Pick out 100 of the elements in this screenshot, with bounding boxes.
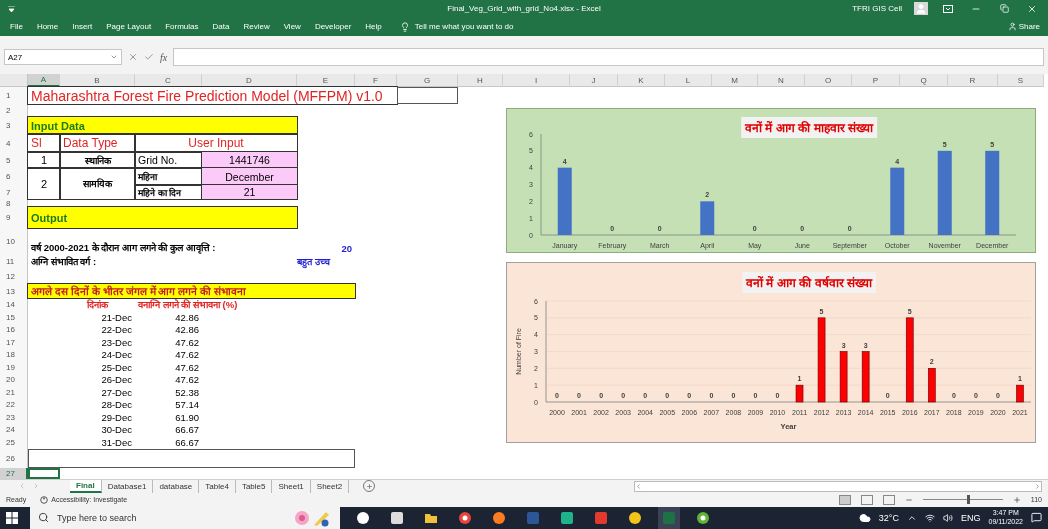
column-heading: दिनांक <box>85 298 110 311</box>
pdf-icon[interactable] <box>594 510 608 525</box>
share-button[interactable]: Share <box>1007 22 1040 31</box>
scroll-left-icon[interactable] <box>635 482 642 490</box>
row-header[interactable]: 23 <box>0 411 28 424</box>
zoom-thumb[interactable] <box>966 495 970 504</box>
notification-icon[interactable] <box>1031 512 1042 524</box>
sheet-tab[interactable]: database <box>153 479 200 493</box>
column-header[interactable]: M <box>712 74 758 87</box>
flower-icon <box>292 508 332 527</box>
row-header[interactable]: 25 <box>0 436 28 449</box>
input-field[interactable]: 21 <box>202 185 297 199</box>
volume-icon[interactable] <box>942 512 953 523</box>
lightbulb-icon <box>399 21 410 32</box>
row-header[interactable]: 9 <box>0 207 28 228</box>
sheet-tab[interactable]: Final <box>70 479 102 493</box>
sheet-tab[interactable]: Table4 <box>199 479 236 493</box>
row-header[interactable]: 7 <box>0 185 28 199</box>
row-header[interactable]: 15 <box>0 311 28 324</box>
column-header[interactable]: N <box>758 74 805 87</box>
cancel-icon[interactable] <box>128 52 138 62</box>
tell-me-field[interactable]: Tell me what you want to do <box>399 21 514 32</box>
name-box[interactable]: A27 <box>4 49 122 65</box>
start-icon[interactable] <box>6 511 18 524</box>
row-header[interactable]: 3 <box>0 117 28 134</box>
ribbon-tab[interactable]: Review <box>243 22 270 31</box>
app-icon[interactable] <box>560 510 574 525</box>
horizontal-scrollbar[interactable] <box>634 480 1042 492</box>
row-header[interactable]: 21 <box>0 386 28 399</box>
table-cell-text: 57.14 <box>174 398 200 411</box>
browser-icon[interactable] <box>492 510 506 525</box>
page-break-button[interactable] <box>882 494 895 505</box>
column-header[interactable]: H <box>458 74 503 87</box>
row-header[interactable]: 17 <box>0 336 28 349</box>
row-header[interactable]: 5 <box>0 152 28 168</box>
app-icon[interactable] <box>628 510 642 525</box>
table-cell: सामयिक <box>60 168 135 199</box>
scroll-right-icon[interactable] <box>1034 482 1041 490</box>
sheet-tab[interactable]: Table5 <box>235 479 273 493</box>
column-header[interactable]: J <box>570 74 618 87</box>
insert-function-button[interactable]: fx <box>160 51 168 63</box>
output-label: वर्ष 2000-2021 के दौरान आग लगने की कुल आवृत्ति : <box>29 241 217 254</box>
column-header[interactable]: O <box>805 74 852 87</box>
table-cell: महिना <box>135 168 202 185</box>
document-app-icon[interactable] <box>526 510 540 525</box>
row-header[interactable]: 4 <box>0 134 28 152</box>
chart-title: वनों में आग की वर्षवार संख्या <box>742 272 876 293</box>
ribbon-tab[interactable]: Insert <box>72 22 93 31</box>
normal-view-button[interactable] <box>838 494 851 505</box>
row-header[interactable]: 27 <box>0 467 28 479</box>
table-cell-text: 27-Dec <box>100 386 133 399</box>
row-header[interactable]: 11 <box>0 254 28 269</box>
row-header[interactable]: 8 <box>0 199 28 207</box>
column-header[interactable]: R <box>948 74 998 87</box>
row-header[interactable]: 1 <box>0 87 28 104</box>
browser-icon[interactable] <box>458 510 472 525</box>
row-header[interactable]: 6 <box>0 168 28 185</box>
ribbon-tab[interactable]: File <box>10 22 23 31</box>
page-layout-button[interactable] <box>860 494 873 505</box>
ribbon-tab[interactable]: Page Layout <box>106 22 152 31</box>
column-header[interactable]: K <box>618 74 665 87</box>
sheet-tab[interactable]: Sheet1 <box>272 479 311 493</box>
ribbon-tab[interactable]: Formulas <box>165 22 199 31</box>
table-cell-text: 21-Dec <box>100 311 133 324</box>
column-header[interactable]: I <box>503 74 570 87</box>
column-header[interactable]: G <box>397 74 458 87</box>
temperature[interactable]: 32°C <box>878 512 899 523</box>
avatar-icon <box>914 2 928 15</box>
ribbon-tab[interactable]: Home <box>36 22 59 31</box>
row-header[interactable]: 14 <box>0 298 28 311</box>
row-header[interactable]: 12 <box>0 269 28 284</box>
column-header[interactable]: S <box>998 74 1044 87</box>
active-cell[interactable] <box>28 467 60 479</box>
person-icon <box>1007 22 1017 31</box>
network-icon[interactable] <box>924 512 935 523</box>
sheet-tab[interactable]: Database1 <box>101 479 154 493</box>
row-header[interactable]: 13 <box>0 284 28 298</box>
row-header[interactable]: 2 <box>0 104 28 117</box>
enter-icon[interactable] <box>144 52 154 62</box>
ribbon-tab[interactable]: Help <box>365 22 382 31</box>
search-field[interactable]: Type here to search <box>30 506 340 529</box>
ribbon-tab[interactable]: View <box>283 22 301 31</box>
task-view-icon[interactable] <box>390 510 404 525</box>
ribbon-tab[interactable]: Developer <box>314 22 352 31</box>
sheet-tab[interactable]: Sheet2 <box>310 479 350 493</box>
input-field[interactable]: 1441746 <box>202 152 297 168</box>
weather-icon[interactable] <box>858 511 871 524</box>
language-indicator[interactable]: ENG <box>960 512 981 523</box>
customize-icon[interactable] <box>8 5 15 12</box>
app-icon[interactable] <box>696 510 710 525</box>
row-header[interactable]: 10 <box>0 228 28 254</box>
zoom-in-icon[interactable] <box>1012 495 1021 504</box>
row-header[interactable]: 19 <box>0 361 28 374</box>
column-header[interactable]: L <box>665 74 712 87</box>
search-icon <box>38 512 49 524</box>
ribbon-tab[interactable]: Data <box>212 22 230 31</box>
column-header[interactable]: P <box>852 74 900 87</box>
sheet-title: Maharashtra Forest Fire Prediction Model (MFFPM) v1.0 <box>28 87 397 104</box>
formula-input[interactable] <box>173 48 1044 66</box>
column-header[interactable]: Q <box>900 74 948 87</box>
